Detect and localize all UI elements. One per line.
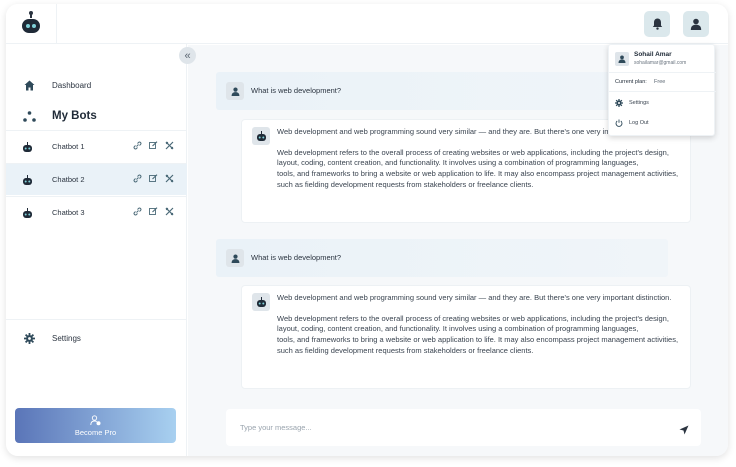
- message-composer: [226, 409, 701, 446]
- current-plan: Current plan: Free: [609, 73, 716, 92]
- avatar: [615, 52, 629, 66]
- menu-item-label: Log Out: [629, 120, 649, 126]
- gear-icon: [22, 331, 36, 345]
- top-bar: [6, 4, 728, 44]
- sidebar-item-label: Dashboard: [52, 80, 92, 90]
- menu-item-settings[interactable]: Settings: [609, 93, 716, 113]
- sidebar-item-dashboard[interactable]: Dashboard: [6, 78, 187, 92]
- robot-icon: [22, 206, 33, 224]
- message-paragraph: tools, and frameworks to bring a website…: [277, 169, 679, 189]
- edit-icon[interactable]: [149, 141, 158, 150]
- message-paragraph: Web development and web programming soun…: [277, 293, 672, 302]
- user-avatar: [226, 82, 244, 100]
- plan-label: Current plan:: [615, 79, 647, 85]
- edit-icon[interactable]: [149, 207, 158, 216]
- link-icon[interactable]: [133, 174, 142, 183]
- home-icon: [22, 78, 36, 92]
- gear-icon: [615, 99, 623, 107]
- user-info: Sohail Amar sohailamar@gmail.com: [609, 45, 716, 73]
- user-icon: [618, 55, 626, 63]
- power-icon: [615, 119, 623, 127]
- become-pro-label: Become Pro: [74, 427, 117, 437]
- menu-item-logout[interactable]: Log Out: [609, 113, 716, 133]
- user-email: sohailamar@gmail.com: [634, 60, 687, 66]
- user-avatar: [226, 249, 244, 267]
- profile-button[interactable]: [683, 11, 709, 37]
- sidebar-item-settings[interactable]: Settings: [6, 331, 187, 345]
- bot-label: Chatbot 1: [52, 142, 85, 151]
- logo[interactable]: [6, 4, 57, 44]
- collapse-sidebar-button[interactable]: «: [179, 47, 196, 64]
- become-pro-button[interactable]: Become Pro: [15, 408, 176, 443]
- mybots-heading: My Bots: [52, 110, 97, 122]
- sidebar-item-label: Settings: [52, 333, 81, 343]
- send-icon: [679, 425, 689, 435]
- robot-icon: [256, 130, 266, 141]
- tools-icon[interactable]: [165, 207, 174, 216]
- app-window: Dashboard My Bots Chatbot 1 Chatbot 2 Ch…: [6, 4, 728, 456]
- message-paragraph: Web development refers to the overall pr…: [277, 147, 669, 168]
- edit-icon[interactable]: [149, 174, 158, 183]
- robot-icon: [22, 140, 33, 158]
- link-icon[interactable]: [133, 141, 142, 150]
- robot-icon: [256, 296, 266, 307]
- menu-item-label: Settings: [629, 100, 649, 106]
- tools-icon[interactable]: [165, 141, 174, 150]
- bot-label: Chatbot 3: [52, 208, 85, 217]
- sidebar-item-chatbot-2[interactable]: Chatbot 2: [6, 163, 187, 195]
- user-dropdown-menu: Sohail Amar sohailamar@gmail.com Current…: [608, 44, 716, 136]
- send-button[interactable]: [679, 422, 690, 435]
- message-text: What is web development?: [251, 86, 342, 95]
- notifications-button[interactable]: [644, 11, 670, 37]
- sidebar-item-chatbot-1[interactable]: Chatbot 1: [6, 130, 187, 162]
- sidebar: Dashboard My Bots Chatbot 1 Chatbot 2 Ch…: [6, 44, 187, 456]
- message-input[interactable]: [240, 421, 660, 434]
- sidebar-section-mybots[interactable]: My Bots: [6, 108, 187, 124]
- message-body: Web development and web programming soun…: [277, 293, 681, 357]
- message-paragraph: tools, and frameworks to bring a website…: [277, 335, 679, 355]
- message-paragraph: Web development refers to the overall pr…: [277, 313, 669, 334]
- divider: [6, 319, 187, 320]
- message-text: What is web development?: [251, 253, 342, 262]
- user-message: What is web development?: [216, 239, 668, 277]
- link-icon[interactable]: [133, 207, 142, 216]
- bot-label: Chatbot 2: [52, 175, 85, 184]
- bot-avatar: [252, 127, 270, 145]
- sidebar-item-chatbot-3[interactable]: Chatbot 3: [6, 196, 187, 228]
- user-icon: [231, 87, 239, 96]
- user-icon: [231, 254, 239, 263]
- user-plus-icon: [90, 414, 101, 425]
- bell-icon: [652, 18, 662, 30]
- user-message: What is web development?: [216, 72, 668, 110]
- network-icon: [22, 109, 36, 123]
- user-icon: [690, 18, 702, 30]
- bot-message: Web development and web programming soun…: [241, 285, 691, 389]
- plan-value: Free: [654, 79, 666, 85]
- tools-icon[interactable]: [165, 174, 174, 183]
- double-chevron-left-icon: «: [184, 49, 191, 62]
- robot-icon: [20, 11, 42, 35]
- robot-icon: [22, 173, 33, 191]
- message-body: Web development and web programming soun…: [277, 127, 681, 191]
- user-name: Sohail Amar: [634, 51, 672, 58]
- bot-avatar: [252, 293, 270, 311]
